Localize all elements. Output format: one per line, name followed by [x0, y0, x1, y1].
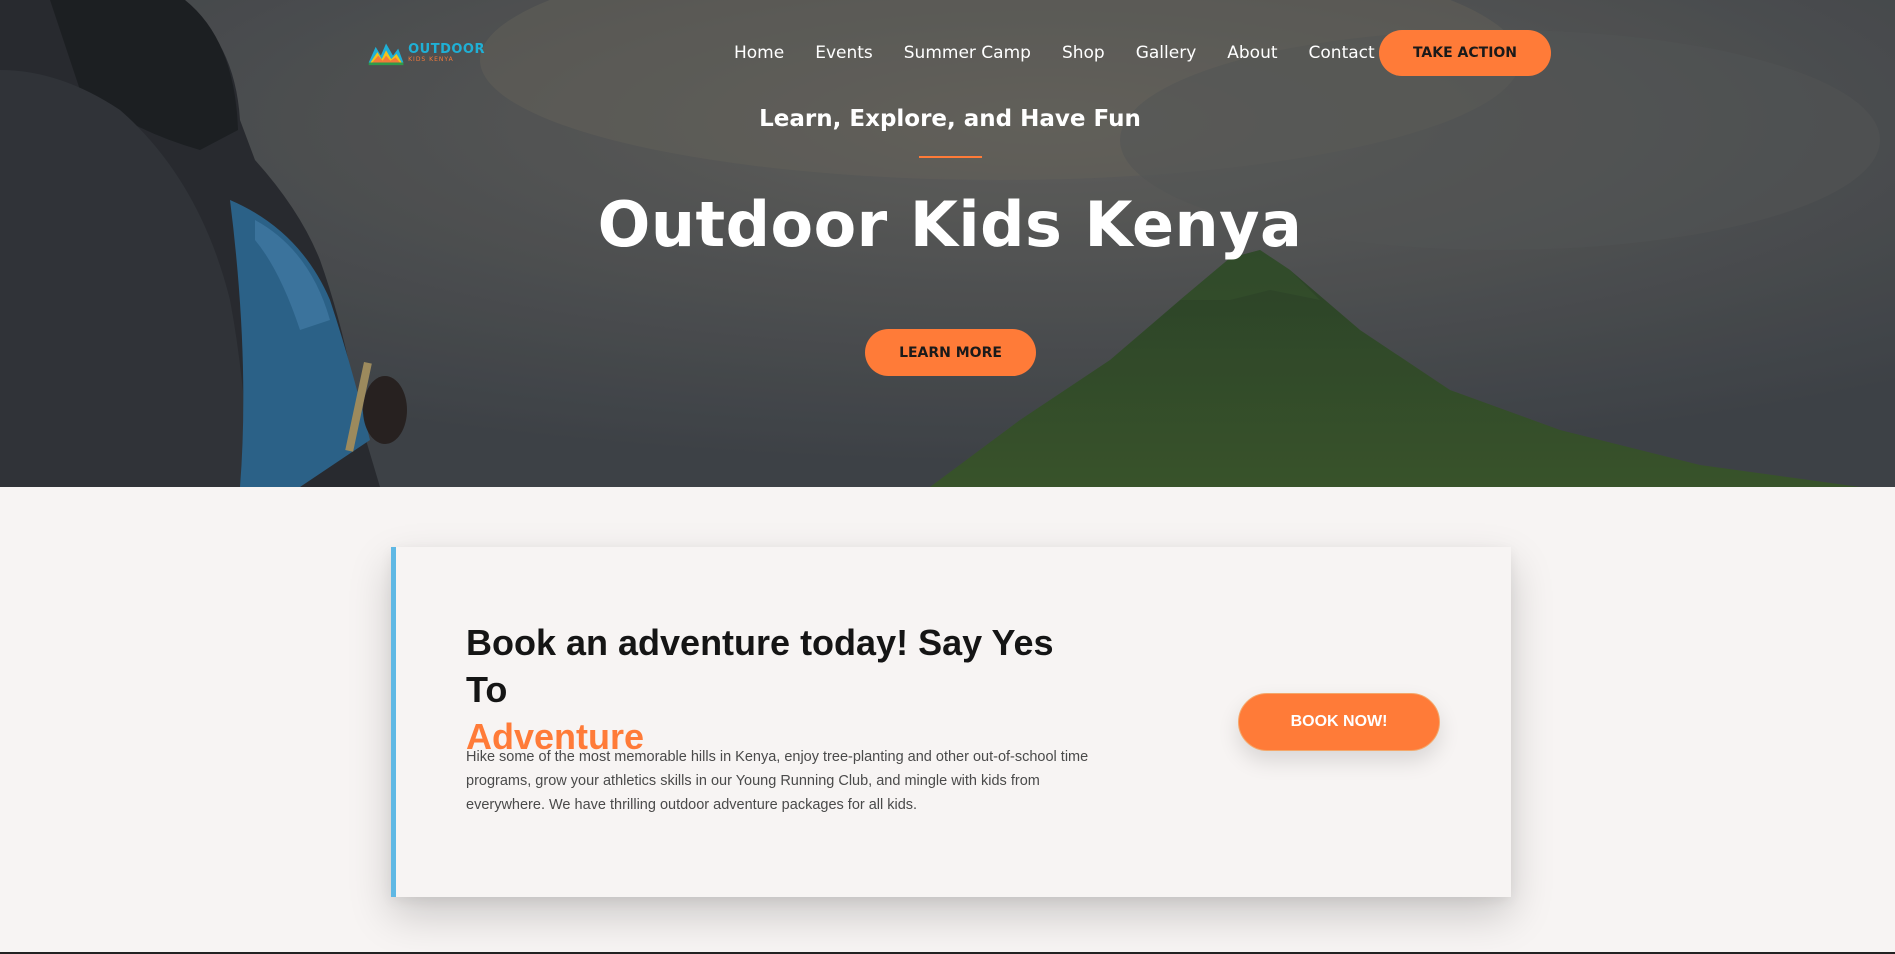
booking-heading: Book an adventure today! Say Yes To Adve… [466, 619, 1086, 760]
hero-tagline: Learn, Explore, and Have Fun [759, 106, 1141, 132]
take-action-button[interactable]: TAKE ACTION [1379, 30, 1551, 76]
nav-gallery[interactable]: Gallery [1136, 43, 1197, 63]
learn-more-button[interactable]: LEARN MORE [865, 329, 1036, 376]
logo-subtitle: KIDS KENYA [408, 56, 454, 63]
nav-contact[interactable]: Contact [1309, 43, 1375, 63]
nav-shop[interactable]: Shop [1062, 43, 1105, 63]
outdoor-kids-logo-icon [368, 43, 404, 66]
nav-about[interactable]: About [1227, 43, 1277, 63]
booking-heading-text: Book an adventure today! Say Yes To [466, 622, 1054, 710]
hero-title: Outdoor Kids Kenya [597, 188, 1303, 261]
booking-description: Hike some of the most memorable hills in… [466, 749, 1089, 813]
booking-card: Book an adventure today! Say Yes To Adve… [391, 547, 1511, 897]
site-logo[interactable]: OUTDOOR KIDS KENYA [367, 36, 485, 70]
nav-events[interactable]: Events [815, 43, 873, 63]
logo-wordmark: OUTDOOR [408, 42, 485, 57]
hero-section: OUTDOOR KIDS KENYA Home Events Summer Ca… [0, 0, 1895, 487]
tagline-divider [919, 156, 982, 158]
book-now-button[interactable]: BOOK NOW! [1238, 693, 1440, 751]
nav-summer-camp[interactable]: Summer Camp [904, 43, 1031, 63]
main-nav: Home Events Summer Camp Shop Gallery Abo… [734, 40, 1375, 66]
nav-home[interactable]: Home [734, 43, 784, 63]
